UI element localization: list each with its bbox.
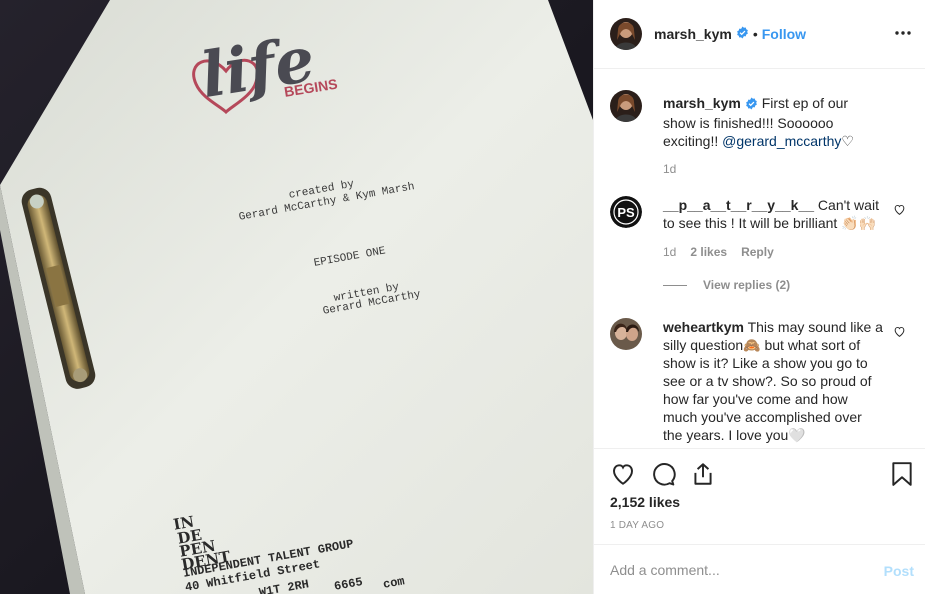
author-username[interactable]: marsh_kym [654,26,732,42]
comment-age[interactable]: 1d [663,245,676,259]
comments-list[interactable]: marsh_kym First ep of our show is finish… [594,70,925,448]
comment-like-icon[interactable] [893,203,906,219]
post-photo[interactable]: life BEGINS created by Gerard McCarthy &… [0,0,593,594]
comment-text-block: weheartkym This may sound like a silly q… [663,318,883,444]
post-comment-button[interactable]: Post [884,563,914,579]
author-avatar[interactable] [610,18,642,50]
comment-row: PS __p__a__t__r__y__k__ Can't wait to se… [610,196,910,296]
view-replies-label: View replies (2) [703,278,791,292]
like-heart-icon[interactable] [610,461,636,490]
commenter-avatar[interactable] [610,318,642,350]
comment-username[interactable]: weheartkym [663,319,744,335]
post-timestamp[interactable]: 1 DAY AGO [610,520,664,531]
caption-meta: 1d [663,162,676,176]
caption-author-avatar[interactable] [610,90,642,122]
svg-text:PS: PS [617,205,635,220]
likes-count[interactable]: 2,152 likes [610,494,680,510]
view-replies-button[interactable]: View replies (2) [663,278,790,292]
comment-icon[interactable] [650,461,676,490]
verified-badge-icon [745,96,758,114]
comment-text: This may sound like a silly question🙈 bu… [663,319,883,443]
comment-meta: 1d 2 likes Reply [663,245,774,259]
header-separator: • [752,26,758,42]
comment-text-block: __p__a__t__r__y__k__ Can't wait to see t… [663,196,883,232]
add-comment-input[interactable] [610,559,870,581]
commenter-avatar[interactable]: PS [610,196,642,228]
view-replies-line [663,284,687,286]
save-bookmark-icon[interactable] [890,461,914,490]
verified-badge-icon [736,26,749,42]
add-comment-bar: Post [594,544,925,594]
caption-age[interactable]: 1d [663,162,676,176]
caption-mention-link[interactable]: @gerard_mccarthy [722,133,841,149]
more-options-icon[interactable] [894,24,912,45]
caption-username[interactable]: marsh_kym [663,95,741,111]
post-panel: marsh_kym • Follow marsh_kym First ep of… [593,0,925,594]
comment-likes-count[interactable]: 2 likes [690,245,727,259]
comment-like-icon[interactable] [893,325,906,341]
caption-text-block: marsh_kym First ep of our show is finish… [663,94,883,150]
comment-username[interactable]: __p__a__t__r__y__k__ [663,197,814,213]
share-icon[interactable] [690,461,716,490]
caption-emoji: ♡ [841,133,854,149]
reply-button[interactable]: Reply [741,245,774,259]
post-header: marsh_kym • Follow [594,0,925,69]
comment-row: weheartkym This may sound like a silly q… [610,318,910,446]
follow-button[interactable]: Follow [762,26,806,42]
caption-row: marsh_kym First ep of our show is finish… [610,90,910,180]
post-actions: 2,152 likes 1 DAY AGO [594,448,925,544]
